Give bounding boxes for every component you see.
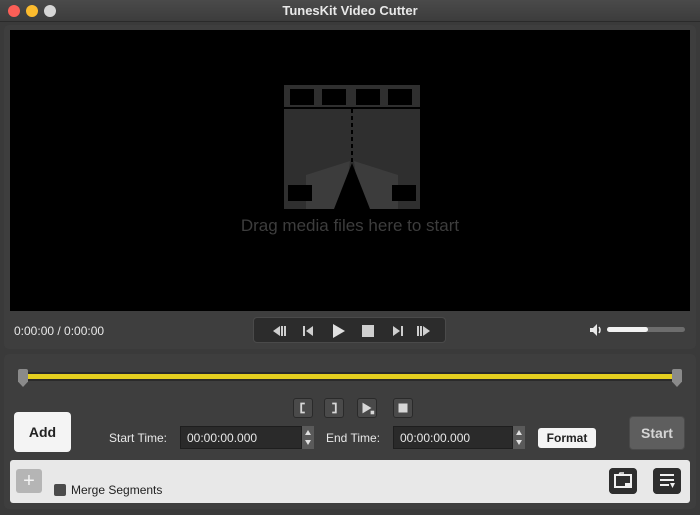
merge-segments-label: Merge Segments: [71, 483, 163, 497]
timeline-track: [26, 372, 674, 381]
end-time-label: End Time:: [326, 431, 381, 445]
play-segment-icon[interactable]: [357, 398, 377, 418]
volume-slider[interactable]: [607, 327, 685, 332]
transport-controls: [253, 317, 446, 343]
selected-segment: [26, 374, 674, 379]
prev-icon[interactable]: [268, 322, 288, 340]
video-drop-area[interactable]: Drag media files here to start: [10, 30, 690, 311]
step-back-icon[interactable]: [298, 322, 318, 340]
output-folder-icon[interactable]: [609, 468, 637, 494]
start-handle[interactable]: [18, 369, 28, 387]
stop-icon[interactable]: [358, 322, 378, 340]
end-handle[interactable]: [672, 369, 682, 387]
mark-in-icon[interactable]: [293, 398, 313, 418]
window-title: TunesKit Video Cutter: [282, 3, 418, 18]
mark-out-icon[interactable]: [324, 398, 344, 418]
film-icon: [284, 85, 420, 209]
timeline[interactable]: [18, 369, 682, 387]
add-button[interactable]: Add: [14, 412, 71, 452]
video-panel: Drag media files here to start 0:00:00 /…: [4, 25, 696, 349]
end-time-stepper[interactable]: [513, 426, 525, 449]
volume-icon[interactable]: [589, 323, 605, 337]
volume-level: [607, 327, 648, 332]
add-segment-button[interactable]: +: [16, 469, 42, 493]
start-time-input[interactable]: 00:00:00.000: [180, 426, 302, 449]
play-icon[interactable]: [328, 322, 348, 340]
edit-panel: Add Start Time: 00:00:00.000 End Time: 0…: [4, 354, 696, 509]
bottom-bar: + Merge Segments: [10, 460, 690, 503]
list-icon[interactable]: [653, 468, 681, 494]
end-time-input[interactable]: 00:00:00.000: [393, 426, 513, 449]
drag-placeholder-text: Drag media files here to start: [240, 216, 460, 235]
start-time-label: Start Time:: [109, 431, 168, 445]
start-time-stepper[interactable]: [302, 426, 314, 449]
start-button[interactable]: Start: [629, 416, 685, 450]
format-button[interactable]: Format: [538, 428, 596, 448]
stop-segment-icon[interactable]: [393, 398, 413, 418]
merge-segments-checkbox[interactable]: [54, 484, 66, 496]
title-bar: TunesKit Video Cutter: [0, 0, 700, 22]
next-icon[interactable]: [414, 322, 434, 340]
time-display: 0:00:00 / 0:00:00: [14, 324, 105, 338]
step-forward-icon[interactable]: [388, 322, 408, 340]
